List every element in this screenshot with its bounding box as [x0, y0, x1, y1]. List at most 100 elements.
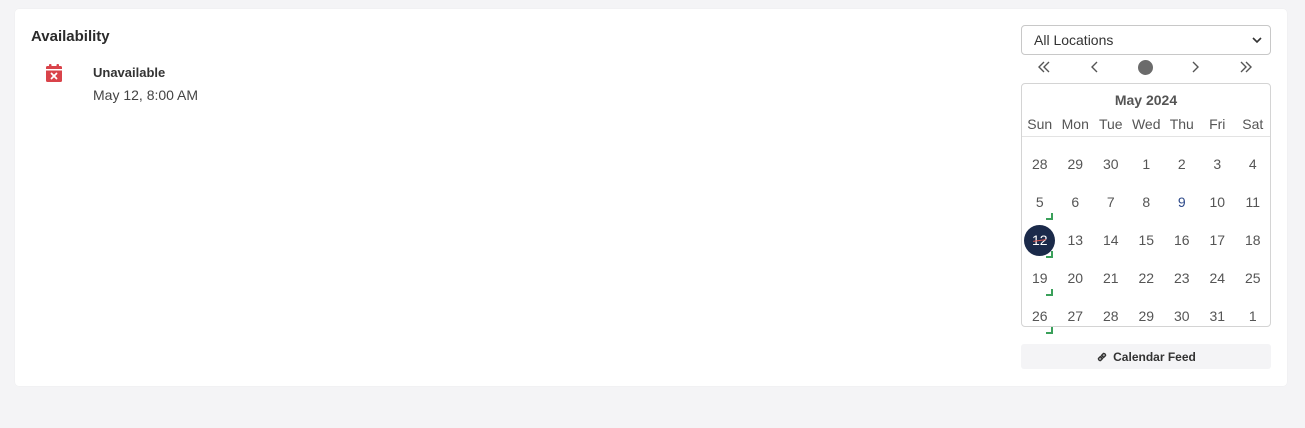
- day-number: 20: [1067, 270, 1084, 286]
- availability-card: Availability Unavailable May 12, 8:00 AM…: [15, 9, 1287, 386]
- calendar-day[interactable]: 29: [1058, 149, 1094, 179]
- availability-marker: [1045, 251, 1053, 258]
- calendar-day[interactable]: 6: [1058, 187, 1094, 217]
- availability-marker: [1045, 213, 1053, 220]
- entry-time: May 12, 8:00 AM: [93, 87, 199, 103]
- calendar-day[interactable]: 30: [1164, 301, 1200, 331]
- day-number: 7: [1106, 194, 1115, 210]
- day-number: 27: [1067, 308, 1084, 324]
- day-number: 29: [1138, 308, 1155, 324]
- calendar-day[interactable]: 25: [1235, 263, 1271, 293]
- calendar-day[interactable]: 18: [1235, 225, 1271, 255]
- next-month-button[interactable]: [1186, 58, 1204, 76]
- calendar-day[interactable]: 2: [1164, 149, 1200, 179]
- calendar-day[interactable]: 11: [1235, 187, 1271, 217]
- calendar-feed-label: Calendar Feed: [1113, 349, 1196, 364]
- day-number: 17: [1209, 232, 1226, 248]
- day-number: 4: [1248, 156, 1257, 172]
- day-number: 21: [1102, 270, 1119, 286]
- prev-month-button[interactable]: [1086, 58, 1104, 76]
- day-number: 24: [1209, 270, 1226, 286]
- day-number: 28: [1102, 308, 1119, 324]
- calendar-day[interactable]: 29: [1129, 301, 1165, 331]
- calendar-day[interactable]: 5: [1022, 187, 1058, 220]
- calendar-day[interactable]: 4: [1235, 149, 1271, 179]
- day-number: 2: [1177, 156, 1186, 172]
- day-number: 3: [1213, 156, 1222, 172]
- calendar-day[interactable]: 27: [1058, 301, 1094, 331]
- calendar-day[interactable]: 20: [1058, 263, 1094, 293]
- chevron-down-icon: [1252, 37, 1262, 44]
- month-calendar: May 2024 Sun Mon Tue Wed Thu Fri Sat 28 29 30 1 2 3 4…: [1021, 83, 1271, 334]
- weekday-header: Tue: [1098, 116, 1123, 132]
- day-number: 15: [1138, 232, 1155, 248]
- calendar-day[interactable]: 30: [1093, 149, 1129, 179]
- calendar-day[interactable]: 31: [1200, 301, 1236, 331]
- day-number: 23: [1173, 270, 1190, 286]
- location-select-value: All Locations: [1034, 32, 1114, 48]
- day-number: 1: [1248, 308, 1257, 324]
- day-number: 8: [1142, 194, 1151, 210]
- calendar-day[interactable]: 22: [1129, 263, 1165, 293]
- calendar-day[interactable]: 26: [1022, 301, 1058, 334]
- calendar-day[interactable]: 17: [1200, 225, 1236, 255]
- location-select[interactable]: All Locations: [1021, 25, 1271, 55]
- day-number: 19: [1031, 270, 1048, 286]
- calendar-day[interactable]: 12: [1022, 225, 1058, 258]
- calendar-day[interactable]: 3: [1200, 149, 1236, 179]
- calendar-day[interactable]: 28: [1022, 149, 1058, 179]
- weekday-divider: [1022, 136, 1270, 137]
- day-number: 1: [1142, 156, 1151, 172]
- day-number: 22: [1138, 270, 1155, 286]
- weekday-header: Fri: [1209, 116, 1226, 132]
- page-title: Availability: [31, 28, 110, 45]
- day-number: 14: [1102, 232, 1119, 248]
- day-number: 26: [1031, 308, 1048, 324]
- calendar-day[interactable]: 1: [1129, 149, 1165, 179]
- weekday-header: Mon: [1061, 116, 1089, 132]
- entry-status: Unavailable: [93, 65, 166, 80]
- weekday-header: Sat: [1242, 116, 1264, 132]
- day-number: 25: [1244, 270, 1261, 286]
- calendar-day[interactable]: 23: [1164, 263, 1200, 293]
- calendar-day[interactable]: 10: [1200, 187, 1236, 217]
- prev-year-button[interactable]: [1035, 58, 1053, 76]
- double-chevron-right-icon: [1240, 61, 1252, 73]
- weekday-header: Wed: [1131, 116, 1161, 132]
- calendar-day[interactable]: 24: [1200, 263, 1236, 293]
- calendar-day[interactable]: 16: [1164, 225, 1200, 255]
- next-year-button[interactable]: [1237, 58, 1255, 76]
- calendar-day[interactable]: 8: [1129, 187, 1165, 217]
- calendar-day[interactable]: 13: [1058, 225, 1094, 255]
- link-icon: [1097, 352, 1107, 361]
- day-number: 10: [1209, 194, 1226, 210]
- day-number: 31: [1209, 308, 1226, 324]
- calendar-day[interactable]: 21: [1093, 263, 1129, 293]
- day-number: 13: [1067, 232, 1084, 248]
- availability-marker: [1045, 289, 1053, 296]
- chevron-right-icon: [1192, 61, 1199, 73]
- day-number: 9: [1177, 194, 1186, 210]
- calendar-day[interactable]: 1: [1235, 301, 1271, 331]
- chevron-left-icon: [1091, 61, 1098, 73]
- calendar-day[interactable]: 28: [1093, 301, 1129, 331]
- calendar-day[interactable]: 7: [1093, 187, 1129, 217]
- calendar-day[interactable]: 9: [1164, 187, 1200, 217]
- day-number: 18: [1244, 232, 1261, 248]
- day-number: 6: [1071, 194, 1080, 210]
- availability-marker: [1045, 327, 1053, 334]
- month-label: May 2024: [1114, 92, 1178, 108]
- day-number: 29: [1067, 156, 1084, 172]
- calendar-day[interactable]: 15: [1129, 225, 1165, 255]
- today-button[interactable]: [1138, 60, 1153, 75]
- calendar-feed-button[interactable]: Calendar Feed: [1021, 344, 1271, 369]
- day-number: 30: [1102, 156, 1119, 172]
- calendar-day[interactable]: 14: [1093, 225, 1129, 255]
- weekday-header: Sun: [1027, 116, 1053, 132]
- day-number: 16: [1173, 232, 1190, 248]
- calendar-x-icon: [46, 64, 62, 82]
- double-chevron-left-icon: [1038, 61, 1050, 73]
- day-number: 28: [1031, 156, 1048, 172]
- calendar-day[interactable]: 19: [1022, 263, 1058, 296]
- day-number: 30: [1173, 308, 1190, 324]
